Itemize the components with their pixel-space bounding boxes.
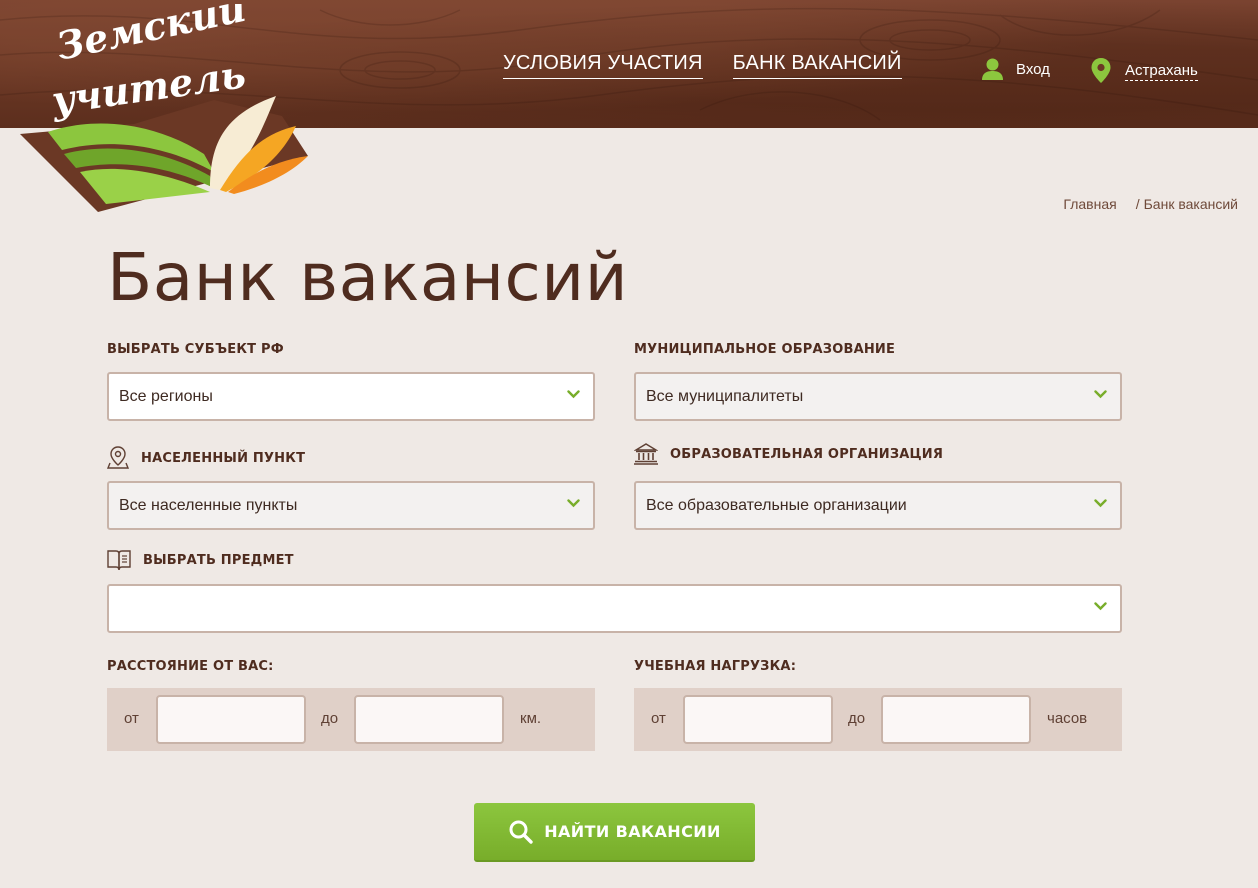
site-logo[interactable]: Земский учитель (14, 0, 314, 216)
organization-select[interactable]: Все образовательные организации (634, 481, 1122, 530)
municipality-select[interactable]: Все муниципалитеты (634, 372, 1122, 421)
distance-unit: км. (520, 710, 542, 727)
breadcrumb-current: Банк вакансий (1143, 196, 1238, 212)
workload-unit: часов (1047, 710, 1088, 727)
organization-label: ОБРАЗОВАТЕЛЬНАЯ ОРГАНИЗАЦИЯ (634, 443, 943, 465)
find-vacancies-button[interactable]: НАЙТИ ВАКАНСИИ (474, 803, 755, 862)
organization-label-text: ОБРАЗОВАТЕЛЬНАЯ ОРГАНИЗАЦИЯ (670, 446, 944, 462)
workload-to-label: до (848, 710, 866, 727)
distance-label: РАССТОЯНИЕ ОТ ВАС: (107, 659, 274, 674)
chevron-down-icon (1094, 390, 1107, 399)
workload-from-label: от (651, 710, 666, 727)
find-vacancies-label: НАЙТИ ВАКАНСИИ (544, 822, 721, 841)
municipality-label: МУНИЦИПАЛЬНОЕ ОБРАЗОВАНИЕ (634, 342, 895, 357)
subject-label-text: ВЫБРАТЬ ПРЕДМЕТ (143, 552, 294, 568)
breadcrumb-home[interactable]: Главная (1063, 196, 1116, 212)
nav-vacancy-bank[interactable]: БАНК ВАКАНСИЙ (732, 52, 902, 79)
region-select-value: Все регионы (119, 387, 213, 405)
workload-label: УЧЕБНАЯ НАГРУЗКА: (634, 659, 796, 674)
breadcrumb-separator: / (1135, 196, 1140, 212)
chevron-down-icon (1094, 602, 1107, 611)
distance-to-label: до (321, 710, 339, 727)
workload-range: от до часов (634, 688, 1122, 751)
city-selector[interactable]: Астрахань (1091, 58, 1198, 84)
map-pin-icon (107, 446, 129, 469)
municipality-label-text: МУНИЦИПАЛЬНОЕ ОБРАЗОВАНИЕ (634, 342, 896, 357)
workload-to-input[interactable] (881, 695, 1031, 744)
book-icon (107, 550, 131, 571)
locality-label-text: НАСЕЛЕННЫЙ ПУНКТ (141, 450, 306, 466)
distance-label-text: РАССТОЯНИЕ ОТ ВАС: (107, 659, 274, 674)
locality-label: НАСЕЛЕННЫЙ ПУНКТ (107, 446, 305, 470)
search-icon (509, 820, 533, 844)
region-label: ВЫБРАТЬ СУБЪЕКТ РФ (107, 342, 284, 357)
organization-select-value: Все образовательные организации (646, 496, 907, 514)
workload-from-input[interactable] (683, 695, 833, 744)
locality-select-value: Все населенные пункты (119, 496, 298, 514)
user-icon (982, 58, 1003, 80)
distance-to-input[interactable] (354, 695, 504, 744)
city-label: Астрахань (1125, 61, 1198, 81)
nav-participation-conditions[interactable]: УСЛОВИЯ УЧАСТИЯ (503, 52, 703, 79)
breadcrumb: Главная / Банк вакансий (1063, 196, 1238, 212)
chevron-down-icon (1094, 499, 1107, 508)
municipality-select-value: Все муниципалитеты (646, 387, 804, 405)
chevron-down-icon (567, 499, 580, 508)
region-label-text: ВЫБРАТЬ СУБЪЕКТ РФ (107, 342, 284, 357)
page-title: Банк вакансий (107, 239, 629, 316)
locality-select[interactable]: Все населенные пункты (107, 481, 595, 530)
institution-icon (634, 443, 658, 465)
region-select[interactable]: Все регионы (107, 372, 595, 421)
workload-label-text: УЧЕБНАЯ НАГРУЗКА: (634, 659, 797, 674)
login-label: Вход (1016, 61, 1050, 78)
location-pin-icon (1091, 58, 1111, 83)
subject-select[interactable] (107, 584, 1122, 633)
distance-range: от до км. (107, 688, 595, 751)
login-link[interactable]: Вход (982, 58, 1050, 81)
chevron-down-icon (567, 390, 580, 399)
distance-from-input[interactable] (156, 695, 306, 744)
distance-from-label: от (124, 710, 139, 727)
subject-label: ВЫБРАТЬ ПРЕДМЕТ (107, 549, 294, 571)
main-nav: УСЛОВИЯ УЧАСТИЯ БАНК ВАКАНСИЙ (503, 52, 902, 79)
